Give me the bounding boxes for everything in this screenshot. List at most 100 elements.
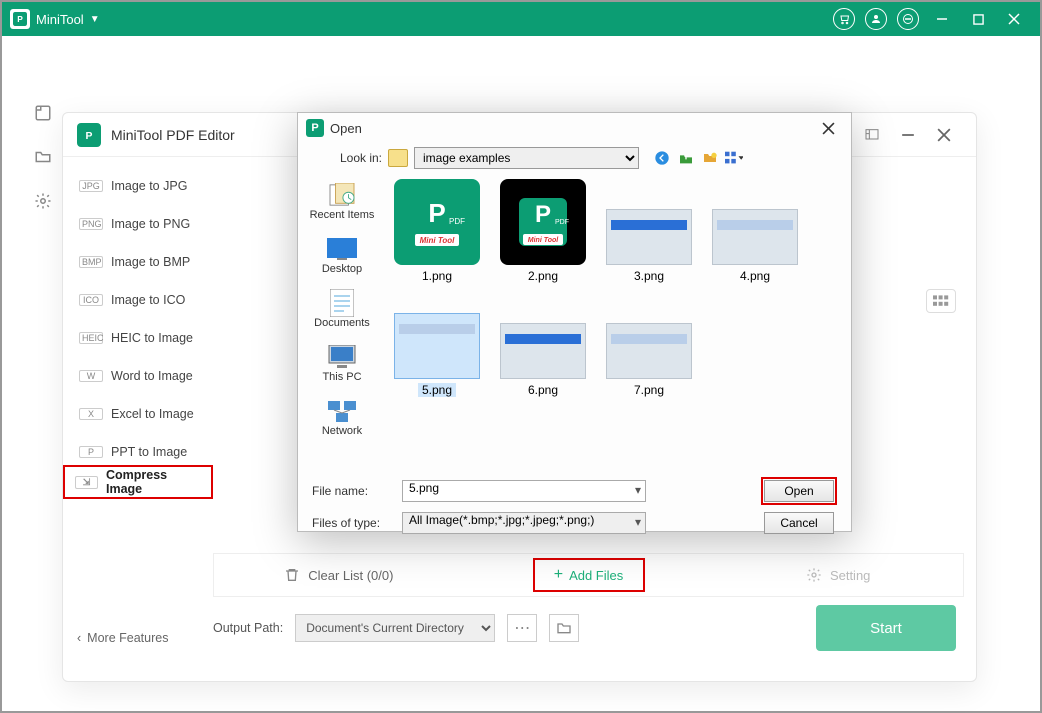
svg-text:P: P: [535, 201, 551, 228]
rail-folder-icon[interactable]: [32, 146, 54, 168]
sidebar-item-image-to-jpg[interactable]: JPGImage to JPG: [69, 167, 229, 205]
more-features-button[interactable]: ‹ More Features: [77, 631, 168, 645]
editor-close-button[interactable]: [926, 117, 962, 153]
open-button[interactable]: Open: [764, 480, 834, 502]
add-files-label: Add Files: [569, 568, 623, 583]
file-tile-2[interactable]: PPDFMini Tool2.png: [498, 179, 588, 283]
sidebar-item-label: Image to ICO: [111, 293, 185, 307]
dialog-close-button[interactable]: [813, 113, 843, 143]
sidebar-item-compress-image[interactable]: ⇲Compress Image: [65, 467, 211, 497]
rail-tab-icon[interactable]: [32, 102, 54, 124]
editor-extra-icon[interactable]: [854, 117, 890, 153]
output-path-select[interactable]: Document's Current Directory: [295, 614, 495, 642]
sidebar-item-image-to-bmp[interactable]: BMPImage to BMP: [69, 243, 229, 281]
up-one-level-icon[interactable]: [677, 149, 695, 167]
feedback-button[interactable]: [894, 5, 922, 33]
output-path-label: Output Path:: [213, 621, 283, 635]
sidebar-item-label: PPT to Image: [111, 445, 187, 459]
file-type-select[interactable]: All Image(*.bmp;*.jpg;*.jpeg;*.png;): [402, 512, 646, 534]
sidebar-list: JPGImage to JPG PNGImage to PNG BMPImage…: [69, 167, 229, 471]
browse-folder-button[interactable]: [549, 614, 579, 642]
svg-text:Mini Tool: Mini Tool: [420, 236, 456, 245]
view-mode-toggle[interactable]: [926, 289, 956, 313]
action-bar: Clear List (0/0) + Add Files Setting: [213, 553, 964, 597]
look-in-row: Look in: image examples: [298, 143, 851, 173]
minimize-button[interactable]: [924, 2, 960, 36]
look-in-select[interactable]: image examples: [414, 147, 639, 169]
start-label: Start: [870, 620, 902, 637]
svg-text:P: P: [17, 14, 23, 24]
clear-list-button[interactable]: Clear List (0/0): [214, 554, 464, 596]
places-recent-items[interactable]: Recent Items: [298, 181, 386, 221]
places-documents[interactable]: Documents: [298, 289, 386, 329]
sidebar-item-image-to-ico[interactable]: ICOImage to ICO: [69, 281, 229, 319]
sidebar-item-word-to-image[interactable]: WWord to Image: [69, 357, 229, 395]
plus-icon: +: [554, 566, 563, 584]
cancel-button[interactable]: Cancel: [764, 512, 834, 534]
more-features-label: More Features: [87, 631, 168, 645]
account-button[interactable]: [862, 5, 890, 33]
look-in-label: Look in:: [312, 151, 382, 165]
sidebar-item-excel-to-image[interactable]: XExcel to Image: [69, 395, 229, 433]
file-tile-4[interactable]: 4.png: [710, 179, 800, 283]
add-files-cell: + Add Files: [464, 554, 714, 596]
places-network[interactable]: Network: [298, 397, 386, 437]
app-menu-chevron-icon[interactable]: ▼: [90, 14, 100, 25]
more-options-button[interactable]: ⋯: [507, 614, 537, 642]
file-name-input[interactable]: 5.png: [402, 480, 646, 502]
new-folder-icon[interactable]: [701, 149, 719, 167]
app-logo-icon: P: [10, 9, 30, 29]
setting-button[interactable]: Setting: [713, 554, 963, 596]
places-this-pc[interactable]: This PC: [298, 343, 386, 383]
gear-icon: [806, 567, 822, 583]
places-desktop[interactable]: Desktop: [298, 235, 386, 275]
file-tile-3[interactable]: 3.png: [604, 179, 694, 283]
sidebar-item-label: Excel to Image: [111, 407, 194, 421]
view-menu-icon[interactable]: [725, 149, 743, 167]
close-button[interactable]: [996, 2, 1032, 36]
chevron-left-icon: ‹: [77, 631, 81, 645]
open-button-highlight: Open: [761, 477, 837, 505]
dialog-title: Open: [330, 121, 362, 136]
sidebar-item-heic-to-image[interactable]: HEICHEIC to Image: [69, 319, 229, 357]
file-tile-6[interactable]: 6.png: [498, 293, 588, 397]
cart-button[interactable]: [830, 5, 858, 33]
file-name-label: File name:: [312, 484, 392, 498]
dialog-bottom: File name: 5.png Open Files of type: All…: [298, 473, 851, 551]
file-tile-5[interactable]: 5.png: [392, 293, 482, 397]
maximize-button[interactable]: [960, 2, 996, 36]
sidebar-item-image-to-png[interactable]: PNGImage to PNG: [69, 205, 229, 243]
output-row: Output Path: Document's Current Director…: [213, 605, 956, 651]
left-rail: [32, 102, 58, 212]
editor-minimize-button[interactable]: [890, 117, 926, 153]
file-tile-1[interactable]: PPDFMini Tool1.png: [392, 179, 482, 283]
start-button[interactable]: Start: [816, 605, 956, 651]
clear-list-label: Clear List (0/0): [308, 568, 393, 583]
back-icon[interactable]: [653, 149, 671, 167]
editor-logo-icon: P: [77, 123, 101, 147]
rail-settings-icon[interactable]: [32, 190, 54, 212]
svg-text:Mini Tool: Mini Tool: [528, 237, 560, 244]
dialog-titlebar: P Open: [298, 113, 851, 143]
add-files-button[interactable]: + Add Files: [533, 558, 645, 592]
file-tile-7[interactable]: 7.png: [604, 293, 694, 397]
file-grid: PPDFMini Tool1.png PPDFMini Tool2.png 3.…: [386, 173, 851, 473]
sidebar-item-label: HEIC to Image: [111, 331, 193, 345]
sidebar-item-compress-image-highlight: ⇲Compress Image: [63, 465, 213, 499]
dialog-places-sidebar: Recent Items Desktop Documents This PC N…: [298, 173, 386, 473]
sidebar-item-label: Image to JPG: [111, 179, 187, 193]
setting-label: Setting: [830, 568, 870, 583]
folder-icon: [388, 149, 408, 167]
sidebar-item-label: Word to Image: [111, 369, 193, 383]
svg-text:PDF: PDF: [449, 217, 465, 226]
sidebar-item-label: Compress Image: [106, 468, 201, 496]
sidebar-item-label: Image to PNG: [111, 217, 190, 231]
file-open-dialog: P Open Look in: image examples Recent It…: [297, 112, 852, 532]
app-name: MiniTool: [36, 12, 84, 27]
dialog-logo-icon: P: [306, 119, 324, 137]
editor-title: MiniTool PDF Editor: [111, 127, 235, 143]
trash-icon: [284, 567, 300, 583]
svg-text:P: P: [428, 198, 445, 228]
svg-text:PDF: PDF: [555, 219, 569, 226]
main-titlebar: P MiniTool ▼: [2, 2, 1040, 36]
